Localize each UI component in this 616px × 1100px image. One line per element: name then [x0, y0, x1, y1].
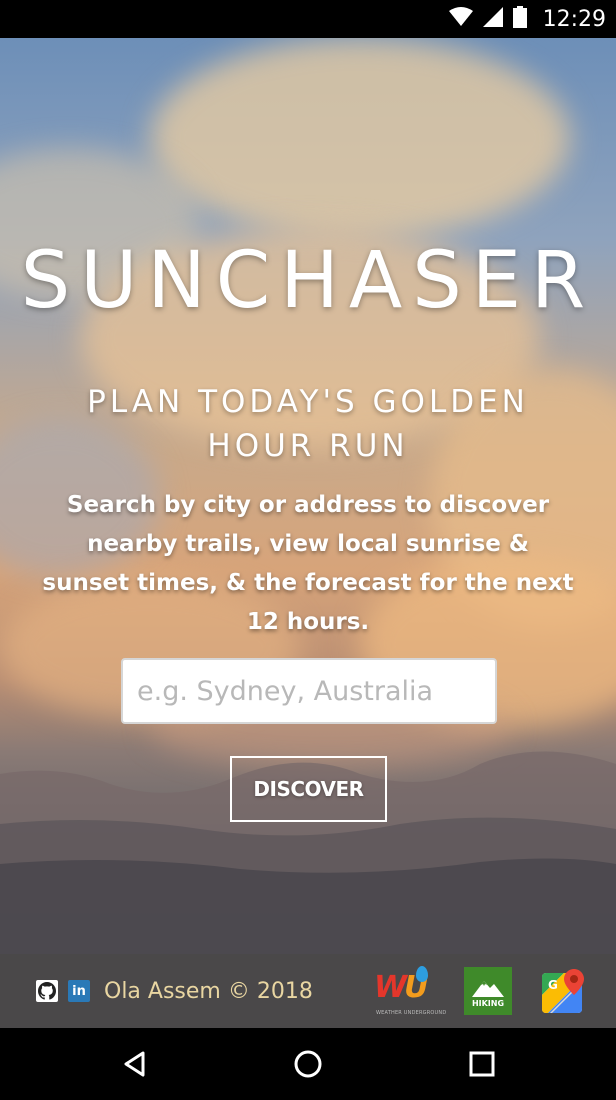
svg-text:G: G — [548, 978, 558, 992]
wu-subtext: WEATHER UNDERGROUND — [376, 1010, 447, 1016]
recents-icon[interactable] — [462, 1044, 502, 1084]
hiking-project-logo[interactable]: HIKING — [464, 967, 512, 1015]
hero-background: SUNCHASER PLAN TODAY'S GOLDEN HOUR RUN S… — [0, 38, 616, 954]
map-pin-icon: G — [542, 969, 584, 1013]
wifi-icon — [448, 7, 473, 31]
status-time: 12:29 — [542, 6, 606, 32]
screen: 12:29 SUNCHASER PLAN TODAY'S GOLDEN HOUR… — [0, 0, 616, 1100]
battery-icon — [512, 6, 527, 32]
copyright-text: Ola Assem © 2018 — [104, 978, 313, 1004]
back-icon[interactable] — [115, 1044, 155, 1084]
raindrop-icon — [416, 966, 428, 982]
navigation-bar — [0, 1028, 616, 1100]
github-icon[interactable] — [36, 980, 58, 1002]
cellular-signal-icon — [482, 7, 503, 31]
linkedin-icon[interactable]: in — [68, 980, 90, 1002]
status-icons: 12:29 — [448, 0, 606, 38]
status-bar: 12:29 — [0, 0, 616, 38]
home-icon[interactable] — [288, 1044, 328, 1084]
tagline: PLAN TODAY'S GOLDEN HOUR RUN — [87, 384, 529, 464]
weather-underground-logo[interactable]: WU WEATHER UNDERGROUND — [374, 966, 446, 1016]
footer: in Ola Assem © 2018 WU WEATHER UNDERGROU… — [0, 954, 616, 1028]
hiking-project-label: HIKING — [471, 999, 505, 1008]
description: Search by city or address to discover ne… — [42, 492, 574, 635]
partner-logos: WU WEATHER UNDERGROUND HIKING G — [374, 954, 586, 1028]
google-maps-logo[interactable]: G — [542, 969, 586, 1013]
search-input[interactable] — [121, 658, 497, 724]
discover-button[interactable]: DISCOVER — [230, 756, 387, 822]
footer-credits: in Ola Assem © 2018 — [36, 954, 313, 1028]
app-title: SUNCHASER — [20, 236, 596, 326]
